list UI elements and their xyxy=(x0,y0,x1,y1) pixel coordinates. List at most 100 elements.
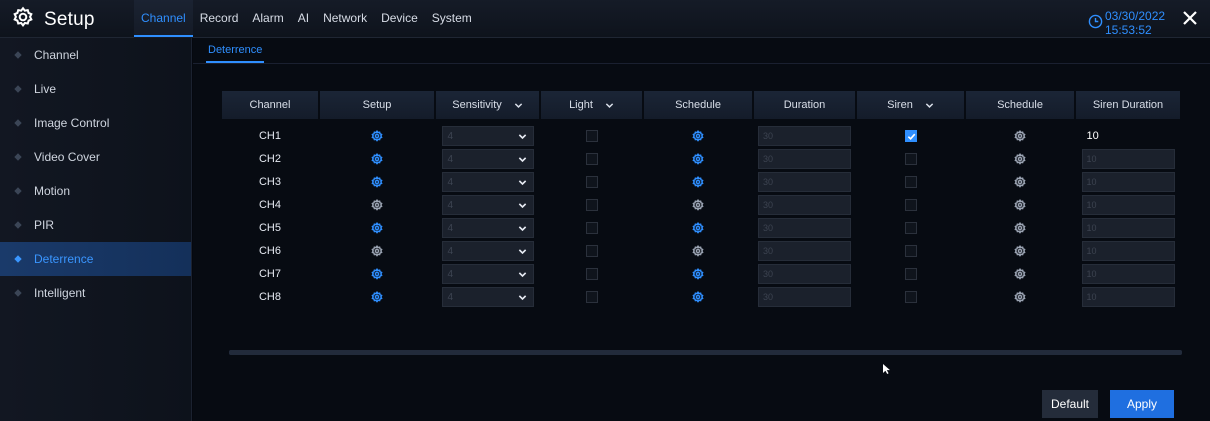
schedule-gear-icon[interactable] xyxy=(692,152,704,165)
header-siren-duration-label: Siren Duration xyxy=(1092,99,1164,111)
tab-record[interactable]: Record xyxy=(193,0,246,38)
chevron-down-icon xyxy=(518,155,527,164)
sensitivity-select[interactable]: 4 xyxy=(441,171,534,192)
table-row: CH3 4 30 10 xyxy=(222,171,1180,192)
default-button[interactable]: Default xyxy=(1042,390,1098,418)
setup-gear-icon[interactable] xyxy=(371,198,383,211)
schedule-gear-icon[interactable] xyxy=(692,267,704,280)
tab-network[interactable]: Network xyxy=(316,0,374,38)
siren-schedule-gear-icon[interactable] xyxy=(1014,129,1026,142)
light-checkbox[interactable] xyxy=(585,244,598,257)
siren-duration-input[interactable]: 10 xyxy=(1081,148,1175,169)
sensitivity-select[interactable]: 4 xyxy=(441,263,534,284)
siren-checkbox[interactable] xyxy=(904,152,917,165)
siren-checkbox[interactable] xyxy=(904,198,917,211)
tab-device[interactable]: Device xyxy=(374,0,425,38)
sensitivity-select[interactable]: 4 xyxy=(441,217,534,238)
setup-gear-icon[interactable] xyxy=(371,152,383,165)
schedule-gear-icon[interactable] xyxy=(692,221,704,234)
scrollbar-thumb[interactable] xyxy=(229,350,1182,355)
sidebar-item-channel[interactable]: Channel xyxy=(0,38,191,72)
channel-name: CH1 xyxy=(258,129,281,142)
tab-deterrence[interactable]: Deterrence xyxy=(206,44,265,63)
sensitivity-select[interactable]: 4 xyxy=(441,125,534,146)
schedule-gear-icon[interactable] xyxy=(692,290,704,303)
siren-duration-input[interactable]: 10 xyxy=(1081,286,1175,307)
siren-duration-input[interactable]: 10 xyxy=(1081,171,1175,192)
sidebar-item-pir[interactable]: PIR xyxy=(0,208,191,242)
siren-checkbox[interactable] xyxy=(904,129,917,142)
setup-gear-icon[interactable] xyxy=(371,221,383,234)
setup-gear-icon[interactable] xyxy=(371,244,383,257)
header-siren[interactable]: Siren xyxy=(857,91,964,119)
schedule-gear-icon[interactable] xyxy=(692,129,704,142)
tab-system[interactable]: System xyxy=(425,0,479,38)
light-checkbox[interactable] xyxy=(585,290,598,303)
gear-icon xyxy=(12,6,34,33)
duration-input[interactable]: 30 xyxy=(758,217,851,238)
table-cell: CH4 xyxy=(222,194,318,215)
light-checkbox[interactable] xyxy=(585,198,598,211)
siren-checkbox[interactable] xyxy=(904,267,917,280)
horizontal-scrollbar[interactable] xyxy=(229,350,1182,355)
light-checkbox[interactable] xyxy=(585,175,598,188)
siren-schedule-gear-icon[interactable] xyxy=(1014,290,1026,303)
table-cell xyxy=(320,194,434,215)
setup-gear-icon[interactable] xyxy=(371,129,383,142)
sidebar-item-deterrence[interactable]: Deterrence xyxy=(0,242,191,276)
light-checkbox[interactable] xyxy=(585,267,598,280)
sensitivity-select[interactable]: 4 xyxy=(441,148,534,169)
sidebar-item-intelligent[interactable]: Intelligent xyxy=(0,276,191,310)
duration-input[interactable]: 30 xyxy=(758,125,851,146)
siren-schedule-gear-icon[interactable] xyxy=(1014,152,1026,165)
siren-schedule-gear-icon[interactable] xyxy=(1014,244,1026,257)
siren-schedule-gear-icon[interactable] xyxy=(1014,175,1026,188)
header-light[interactable]: Light xyxy=(541,91,642,119)
duration-input[interactable]: 30 xyxy=(758,286,851,307)
setup-gear-icon[interactable] xyxy=(371,290,383,303)
duration-input[interactable]: 30 xyxy=(758,263,851,284)
setup-gear-icon[interactable] xyxy=(371,267,383,280)
app-title: Setup xyxy=(44,8,95,30)
sensitivity-value: 4 xyxy=(447,153,454,165)
sensitivity-select[interactable]: 4 xyxy=(441,194,534,215)
siren-schedule-gear-icon[interactable] xyxy=(1014,198,1026,211)
siren-checkbox[interactable] xyxy=(904,175,917,188)
siren-checkbox[interactable] xyxy=(904,221,917,234)
sidebar-item-motion[interactable]: Motion xyxy=(0,174,191,208)
duration-input[interactable]: 30 xyxy=(758,148,851,169)
close-button[interactable] xyxy=(1178,6,1202,30)
tab-channel[interactable]: Channel xyxy=(134,0,193,38)
sidebar-item-image-control[interactable]: Image Control xyxy=(0,106,191,140)
sidebar-item-label: Motion xyxy=(34,184,71,198)
schedule-gear-icon[interactable] xyxy=(692,244,704,257)
sidebar-item-live[interactable]: Live xyxy=(0,72,191,106)
siren-checkbox[interactable] xyxy=(904,290,917,303)
sidebar-item-video-cover[interactable]: Video Cover xyxy=(0,140,191,174)
apply-button[interactable]: Apply xyxy=(1110,390,1174,418)
setup-gear-icon[interactable] xyxy=(371,175,383,188)
light-checkbox[interactable] xyxy=(585,129,598,142)
sensitivity-select[interactable]: 4 xyxy=(441,240,534,261)
siren-duration-input[interactable]: 10 xyxy=(1081,240,1175,261)
light-checkbox[interactable] xyxy=(585,152,598,165)
duration-input[interactable]: 30 xyxy=(758,171,851,192)
light-checkbox[interactable] xyxy=(585,221,598,234)
duration-input[interactable]: 30 xyxy=(758,240,851,261)
schedule-gear-icon[interactable] xyxy=(692,175,704,188)
siren-duration-input[interactable]: 10 xyxy=(1081,217,1175,238)
siren-duration-input[interactable]: 10 xyxy=(1082,126,1175,146)
sensitivity-value: 4 xyxy=(447,245,454,257)
siren-schedule-gear-icon[interactable] xyxy=(1014,221,1026,234)
schedule-gear-icon[interactable] xyxy=(692,198,704,211)
sensitivity-select[interactable]: 4 xyxy=(441,286,534,307)
header-sensitivity[interactable]: Sensitivity xyxy=(436,91,539,119)
tab-ai[interactable]: AI xyxy=(291,0,316,38)
table-cell xyxy=(541,148,642,169)
siren-schedule-gear-icon[interactable] xyxy=(1014,267,1026,280)
siren-duration-input[interactable]: 10 xyxy=(1081,263,1175,284)
duration-input[interactable]: 30 xyxy=(758,194,851,215)
tab-alarm[interactable]: Alarm xyxy=(245,0,290,38)
siren-checkbox[interactable] xyxy=(904,244,917,257)
siren-duration-input[interactable]: 10 xyxy=(1081,194,1175,215)
